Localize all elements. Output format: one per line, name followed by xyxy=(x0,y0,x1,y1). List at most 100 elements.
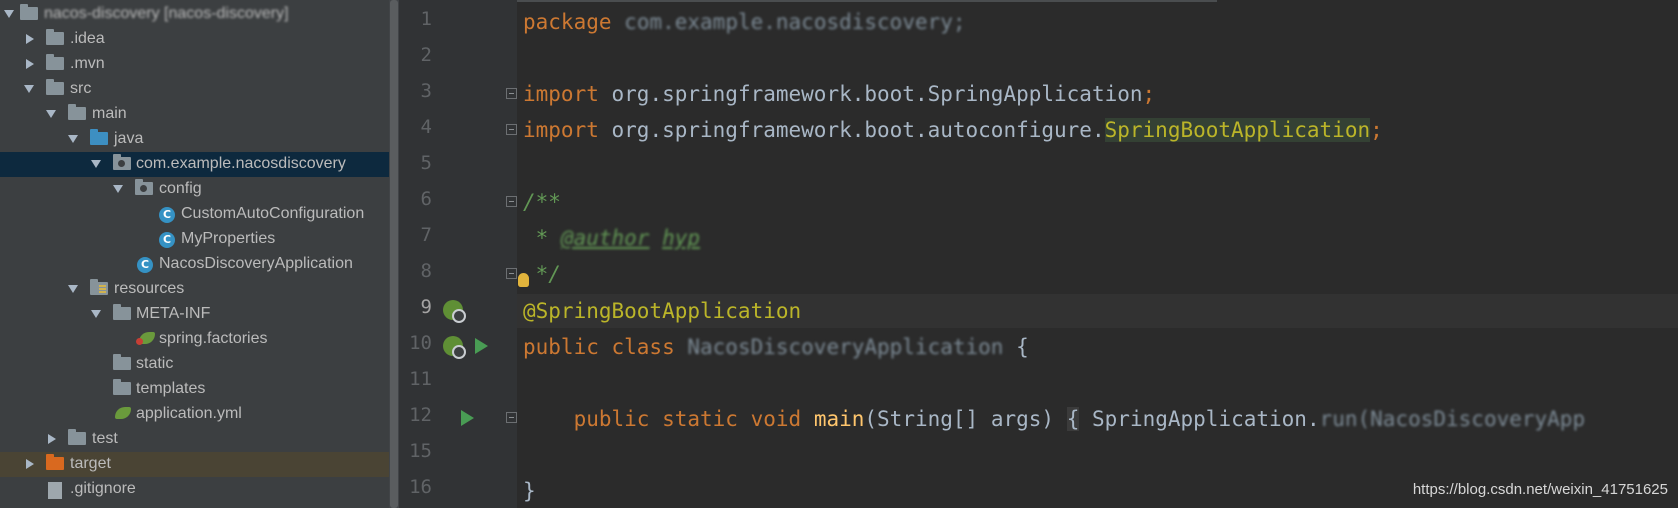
folder-icon xyxy=(113,304,131,320)
run-icon[interactable] xyxy=(475,338,488,354)
file-icon xyxy=(48,482,62,499)
fold-marker-icon[interactable] xyxy=(506,268,517,279)
class-name: NacosDiscoveryApplication xyxy=(687,335,1004,359)
line-number: 8 xyxy=(420,260,432,282)
tree-scrollbar[interactable] xyxy=(389,0,399,508)
code-line-1[interactable]: package com.example.nacosdiscovery; xyxy=(523,5,966,39)
bean-icon[interactable] xyxy=(443,300,466,323)
code-editor[interactable]: package com.example.nacosdiscovery; impo… xyxy=(517,0,1678,508)
chevron-down-icon[interactable] xyxy=(24,85,34,93)
fold-marker-icon[interactable] xyxy=(506,412,517,423)
tree-item-resources[interactable]: resources xyxy=(0,277,389,302)
javadoc-tag: @author xyxy=(560,226,650,250)
tree-item-package-selected[interactable]: com.example.nacosdiscovery xyxy=(0,152,389,177)
run-icon[interactable] xyxy=(461,410,474,426)
yml-icon xyxy=(115,407,131,419)
fold-marker-icon[interactable] xyxy=(506,88,517,99)
tree-item-label: CustomAutoConfiguration xyxy=(181,205,365,222)
tree-item-application-yml[interactable]: application.yml xyxy=(0,402,389,427)
tree-item-label: java xyxy=(114,130,144,147)
tree-item-templates[interactable]: templates xyxy=(0,377,389,402)
source-folder-icon xyxy=(90,129,108,145)
chevron-right-icon[interactable] xyxy=(26,459,34,469)
code-line-10[interactable]: public class NacosDiscoveryApplication { xyxy=(523,330,1029,364)
package-icon xyxy=(113,154,131,170)
package-icon xyxy=(135,179,153,195)
tree-item-static[interactable]: static xyxy=(0,352,389,377)
call-args: run(NacosDiscoveryApp xyxy=(1319,407,1586,431)
tree-item-config[interactable]: config xyxy=(0,177,389,202)
tree-item-meta-inf[interactable]: META-INF xyxy=(0,302,389,327)
resources-folder-icon xyxy=(90,279,108,295)
fold-marker-icon[interactable] xyxy=(506,196,517,207)
folder-icon xyxy=(20,4,38,20)
chevron-right-icon[interactable] xyxy=(26,34,34,44)
tree-item-mvn[interactable]: .mvn xyxy=(0,52,389,77)
code-line-12[interactable]: public static void main(String[] args) {… xyxy=(523,402,1585,436)
author-name: hyp xyxy=(662,226,701,250)
tree-item-test[interactable]: test xyxy=(0,427,389,452)
project-tree[interactable]: nacos-discovery [nacos-discovery] .idea … xyxy=(0,0,389,508)
code-line-8[interactable]: */ xyxy=(523,257,561,291)
line-number-current: 9 xyxy=(420,296,432,318)
tree-item-spring-factories[interactable]: spring.factories xyxy=(0,327,389,352)
tree-item-label: MyProperties xyxy=(181,230,276,247)
tree-root[interactable]: nacos-discovery [nacos-discovery] xyxy=(0,2,389,27)
chevron-down-icon[interactable] xyxy=(68,135,78,143)
keyword: public static void xyxy=(573,407,802,431)
tree-item-label: spring.factories xyxy=(159,330,268,347)
chevron-right-icon[interactable] xyxy=(48,434,56,444)
line-number: 3 xyxy=(420,80,432,102)
code-line-3[interactable]: import org.springframework.boot.SpringAp… xyxy=(523,77,1155,111)
chevron-down-icon[interactable] xyxy=(4,10,14,18)
tree-item-main[interactable]: main xyxy=(0,102,389,127)
folder-icon xyxy=(68,104,86,120)
tree-item-label: resources xyxy=(114,280,185,297)
folded-brace[interactable]: { xyxy=(1066,407,1080,431)
tree-item-label: static xyxy=(136,355,174,372)
code-line-4[interactable]: import org.springframework.boot.autoconf… xyxy=(523,113,1383,147)
line-number: 4 xyxy=(420,116,432,138)
editor-gutter[interactable]: 1 2 3 4 5 6 7 8 9 10 11 12 15 16 xyxy=(399,0,517,508)
tree-item-label: main xyxy=(92,105,127,122)
call-target: SpringApplication. xyxy=(1092,407,1320,431)
tree-item-custom-auto-configuration[interactable]: C CustomAutoConfiguration xyxy=(0,202,389,227)
tree-item-my-properties[interactable]: C MyProperties xyxy=(0,227,389,252)
code-line-7[interactable]: * @author hyp xyxy=(523,221,700,255)
spring-factories-icon xyxy=(136,332,155,345)
tree-item-label: NacosDiscoveryApplication xyxy=(159,255,353,272)
tree-item-label: .gitignore xyxy=(70,480,136,497)
method-name: main xyxy=(813,407,865,431)
fold-marker-icon[interactable] xyxy=(506,124,517,135)
tree-item-label: .idea xyxy=(70,30,105,47)
line-number: 11 xyxy=(409,368,432,390)
tree-root-label: nacos-discovery [nacos-discovery] xyxy=(44,5,289,22)
scrollbar-thumb[interactable] xyxy=(390,0,398,508)
folder-icon xyxy=(46,29,64,45)
lightbulb-icon[interactable] xyxy=(518,273,529,287)
chevron-down-icon[interactable] xyxy=(91,310,101,318)
class-icon: C xyxy=(159,207,175,223)
code-line-9[interactable]: @SpringBootApplication xyxy=(523,294,801,328)
folder-icon xyxy=(68,429,86,445)
tree-item-src[interactable]: src xyxy=(0,77,389,102)
tree-item-target[interactable]: target xyxy=(0,452,389,477)
tree-item-label: com.example.nacosdiscovery xyxy=(136,155,346,172)
code-line-16[interactable]: } xyxy=(523,474,536,508)
line-number: 6 xyxy=(420,188,432,210)
tree-item-java[interactable]: java xyxy=(0,127,389,152)
folder-icon xyxy=(113,379,131,395)
chevron-down-icon[interactable] xyxy=(68,285,78,293)
tree-item-nacos-discovery-application[interactable]: C NacosDiscoveryApplication xyxy=(0,252,389,277)
line-number: 10 xyxy=(409,332,432,354)
comment-star: * xyxy=(523,226,561,250)
chevron-down-icon[interactable] xyxy=(113,185,123,193)
spring-boot-class-icon: C xyxy=(137,257,153,273)
chevron-down-icon[interactable] xyxy=(91,160,101,168)
tree-item-gitignore[interactable]: .gitignore xyxy=(0,477,389,502)
chevron-right-icon[interactable] xyxy=(26,59,34,69)
bean-icon[interactable] xyxy=(443,336,466,359)
chevron-down-icon[interactable] xyxy=(46,110,56,118)
tree-item-idea[interactable]: .idea xyxy=(0,27,389,52)
code-line-6[interactable]: /** xyxy=(523,185,561,219)
